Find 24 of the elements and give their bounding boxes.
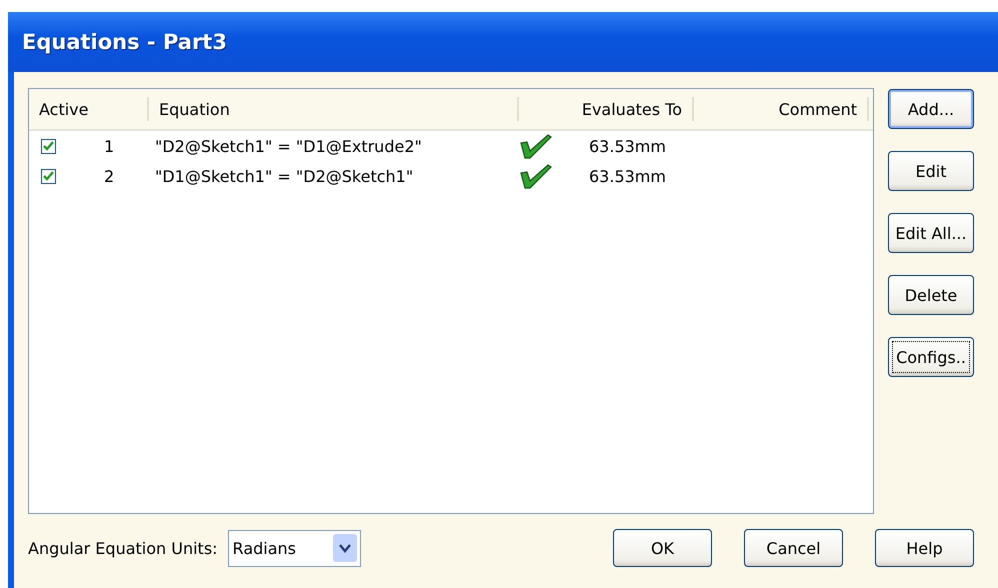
dialog-button[interactable]: Delete — [888, 275, 974, 315]
active-checkbox[interactable] — [41, 138, 56, 154]
chevron-down-icon — [338, 544, 351, 552]
window-title: Equations - Part3 — [22, 30, 227, 54]
row-number: 1 — [104, 136, 114, 156]
equation-text: "D2@Sketch1" = "D1@Extrude2" — [154, 136, 423, 156]
column-header[interactable]: Equation — [149, 97, 519, 121]
dialog-button[interactable]: Help — [875, 529, 974, 567]
column-header[interactable]: Active — [29, 97, 149, 121]
column-header[interactable]: Comment — [694, 97, 869, 121]
dialog-button[interactable]: Cancel — [744, 529, 843, 567]
units-dropdown[interactable]: Radians — [228, 530, 361, 566]
active-checkbox[interactable] — [41, 168, 56, 184]
evaluated-value: 63.53mm — [589, 136, 666, 156]
column-header[interactable]: Evaluates To — [519, 97, 694, 121]
dialog-button[interactable]: OK — [613, 529, 712, 567]
equation-text: "D1@Sketch1" = "D2@Sketch1" — [154, 166, 414, 186]
dialog-button[interactable]: Edit — [888, 151, 974, 191]
row-number: 2 — [104, 166, 114, 186]
evaluated-value: 63.53mm — [589, 166, 666, 186]
dialog-button[interactable]: Edit All... — [888, 213, 974, 253]
dialog-button[interactable]: Add... — [888, 89, 974, 129]
units-label: Angular Equation Units: — [28, 538, 218, 558]
dialog-button[interactable]: Configs.. — [888, 337, 974, 377]
